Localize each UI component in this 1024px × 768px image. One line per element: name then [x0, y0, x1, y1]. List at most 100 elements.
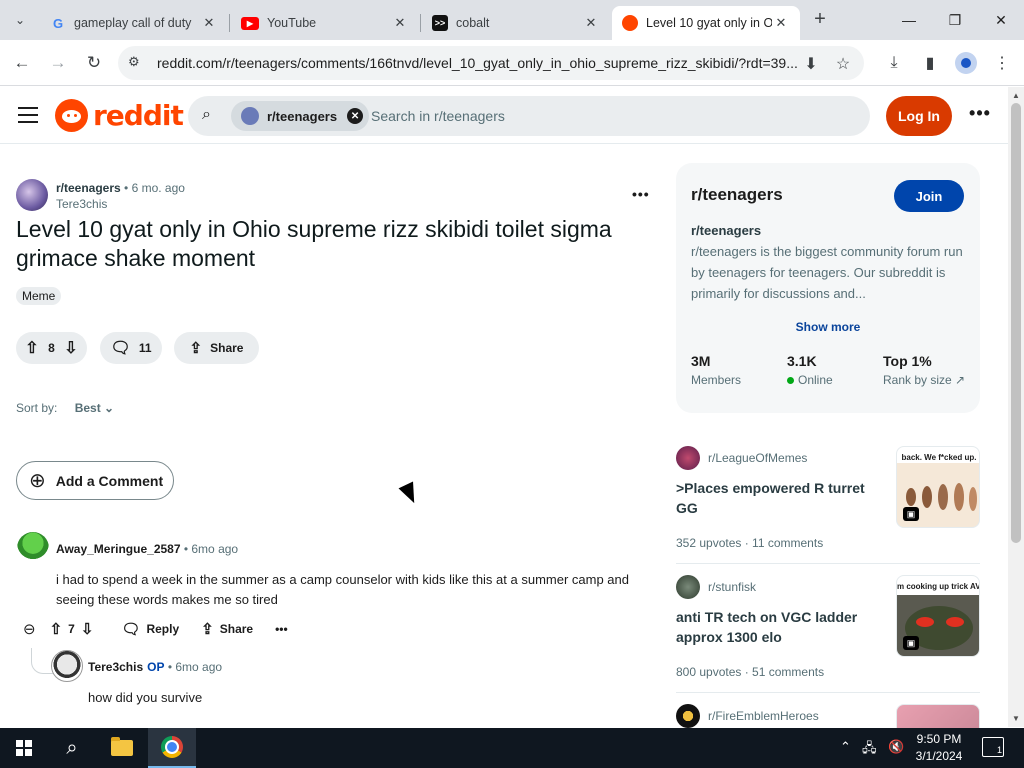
show-hidden-icons-icon[interactable]: ⌃ [840, 739, 851, 755]
back-button[interactable]: ← [8, 49, 36, 77]
close-tab-icon[interactable]: ✕ [772, 14, 790, 32]
subreddit-avatar [676, 704, 700, 728]
network-icon[interactable]: 🖧 [862, 739, 877, 761]
login-button[interactable]: Log In [886, 96, 952, 136]
tab-youtube[interactable]: ▶ YouTube ✕ [231, 6, 419, 40]
browser-menu-icon[interactable]: ⋮ [988, 49, 1016, 77]
install-app-icon[interactable]: ⬇ [800, 53, 822, 75]
join-button[interactable]: Join [894, 180, 964, 212]
image-icon: ▣ [903, 636, 919, 650]
related-post-thumbnail[interactable] [896, 704, 980, 728]
subreddit-link[interactable]: r/teenagers [56, 181, 121, 195]
comment-time: • 6mo ago [180, 542, 239, 556]
scroll-up-icon[interactable]: ▲ [1012, 91, 1020, 100]
comment-share-button[interactable]: ⇪ Share [201, 620, 253, 638]
tab-search-button[interactable]: ⌄ [6, 6, 34, 34]
start-button[interactable] [0, 728, 48, 768]
comment-time: • 6mo ago [164, 660, 223, 674]
add-comment-button[interactable]: ⊕ Add a Comment [16, 461, 174, 500]
windows-icon [16, 740, 32, 756]
related-post-subreddit[interactable]: r/LeagueOfMemes [676, 446, 807, 470]
side-panel-icon[interactable]: ▮ [916, 49, 944, 77]
commenter-avatar[interactable] [17, 532, 49, 564]
search-bar[interactable]: ⌕ r/teenagers ✕ Search in r/teenagers [188, 96, 870, 136]
sort-dropdown[interactable]: Best ⌄ [75, 401, 114, 415]
related-post[interactable]: r/stunfisk anti TR tech on VGC ladder ap… [676, 575, 980, 695]
header-more-icon[interactable]: ••• [968, 103, 992, 127]
reply-button[interactable]: 🗨 Reply [121, 620, 179, 638]
post-author[interactable]: Tere3chis [56, 197, 107, 211]
show-more-link[interactable]: Show more [676, 320, 980, 334]
reddit-header: reddit ⌕ r/teenagers ✕ Search in r/teena… [0, 87, 1008, 144]
scroll-down-icon[interactable]: ▼ [1012, 714, 1020, 723]
upvote-icon[interactable]: ⇧ [50, 620, 63, 638]
comment-more-button[interactable]: ••• [275, 622, 288, 636]
tab-reddit-active[interactable]: Level 10 gyat only in O ✕ [612, 6, 800, 40]
search-input[interactable]: Search in r/teenagers [371, 108, 505, 124]
profile-icon[interactable] [952, 49, 980, 77]
related-post[interactable]: r/LeagueOfMemes >Places empowered R turr… [676, 446, 980, 566]
post-time: • 6 mo. ago [120, 181, 185, 195]
thread-line [31, 648, 53, 674]
upvote-icon[interactable]: ⇧ [22, 338, 42, 358]
tab-cobalt[interactable]: >> cobalt ✕ [422, 6, 610, 40]
comment-author[interactable]: Tere3chis [88, 660, 143, 674]
downvote-icon[interactable]: ⇩ [81, 620, 94, 638]
related-post-subreddit[interactable]: r/stunfisk [676, 575, 756, 599]
stat-rank[interactable]: Top 1% Rank by size ↗ [883, 353, 965, 387]
post-overflow-menu[interactable]: ••• [632, 186, 652, 206]
site-info-icon[interactable]: ⚙ [128, 54, 146, 72]
related-post[interactable]: r/FireEmblemHeroes [676, 704, 980, 728]
restore-button[interactable]: ❐ [932, 0, 978, 40]
google-icon: G [52, 15, 64, 31]
url-text[interactable]: reddit.com/r/teenagers/comments/166tnvd/… [157, 55, 797, 71]
comment-author[interactable]: Away_Meringue_2587 [56, 542, 181, 556]
new-tab-button[interactable]: + [808, 8, 832, 32]
close-tab-icon[interactable]: ✕ [391, 14, 409, 32]
search-taskbar-button[interactable]: ⌕ [48, 728, 96, 768]
comments-button[interactable]: 🗨 11 [100, 332, 162, 364]
stat-label-row: Online [787, 373, 833, 387]
close-tab-icon[interactable]: ✕ [200, 14, 218, 32]
minimize-button[interactable]: — [886, 0, 932, 40]
image-icon: ▣ [903, 507, 919, 521]
page-scrollbar[interactable]: ▲ ▼ [1008, 87, 1024, 727]
forward-button[interactable]: → [44, 49, 72, 77]
address-bar[interactable]: ⚙ reddit.com/r/teenagers/comments/166tnv… [118, 46, 864, 80]
menu-icon[interactable] [18, 107, 38, 123]
close-window-button[interactable]: ✕ [978, 0, 1024, 40]
related-post-subreddit[interactable]: r/FireEmblemHeroes [676, 704, 819, 728]
online-indicator-icon [787, 376, 794, 384]
browser-toolbar: ← → ↻ ⚙ reddit.com/r/teenagers/comments/… [0, 40, 1024, 86]
related-post-title[interactable]: anti TR tech on VGC ladder approx 1300 e… [676, 607, 886, 647]
bookmark-star-icon[interactable]: ☆ [832, 53, 854, 75]
subreddit-avatar[interactable] [16, 179, 48, 211]
post-title: Level 10 gyat only in Ohio supreme rizz … [16, 216, 612, 271]
search-community-chip[interactable]: r/teenagers ✕ [231, 101, 370, 131]
browser-tab-strip: ⌄ G gameplay call of duty ✕ ▶ YouTube ✕ … [0, 0, 1024, 40]
clock-time: 9:50 PM [916, 732, 962, 746]
downvote-icon[interactable]: ⇩ [61, 338, 81, 358]
reddit-logo[interactable]: reddit [55, 99, 184, 132]
reload-button[interactable]: ↻ [80, 49, 108, 77]
related-post-title[interactable]: >Places empowered R turret GG [676, 478, 886, 518]
post-flair[interactable]: Meme [16, 287, 62, 305]
share-button[interactable]: ⇪ Share [174, 332, 259, 364]
clear-chip-icon[interactable]: ✕ [347, 108, 364, 124]
scrollbar-thumb[interactable] [1011, 103, 1021, 543]
commenter-avatar[interactable] [51, 650, 83, 682]
close-tab-icon[interactable]: ✕ [582, 14, 600, 32]
cobalt-icon: >> [432, 15, 448, 31]
taskbar-clock[interactable]: 9:50 PM 3/1/2024 [912, 731, 966, 765]
tab-google-search[interactable]: G gameplay call of duty ✕ [40, 6, 228, 40]
downloads-icon[interactable]: ⤓ [880, 49, 908, 77]
file-explorer-button[interactable] [98, 728, 146, 768]
comment-actions: ⊖ ⇧ 7 ⇩ 🗨 Reply ⇪ Share ••• [23, 620, 310, 638]
volume-muted-icon[interactable]: 🔇 [888, 739, 904, 755]
chrome-taskbar-button[interactable] [148, 728, 196, 768]
notification-center-icon[interactable]: 1 [982, 737, 1004, 757]
related-post-thumbnail[interactable]: back. We f*cked up. ▣ [896, 446, 980, 528]
related-post-thumbnail[interactable]: m cooking up trick AV grimmsnar ▣ [896, 575, 980, 657]
vote-score: 8 [48, 341, 55, 355]
collapse-thread-icon[interactable]: ⊖ [23, 620, 36, 638]
